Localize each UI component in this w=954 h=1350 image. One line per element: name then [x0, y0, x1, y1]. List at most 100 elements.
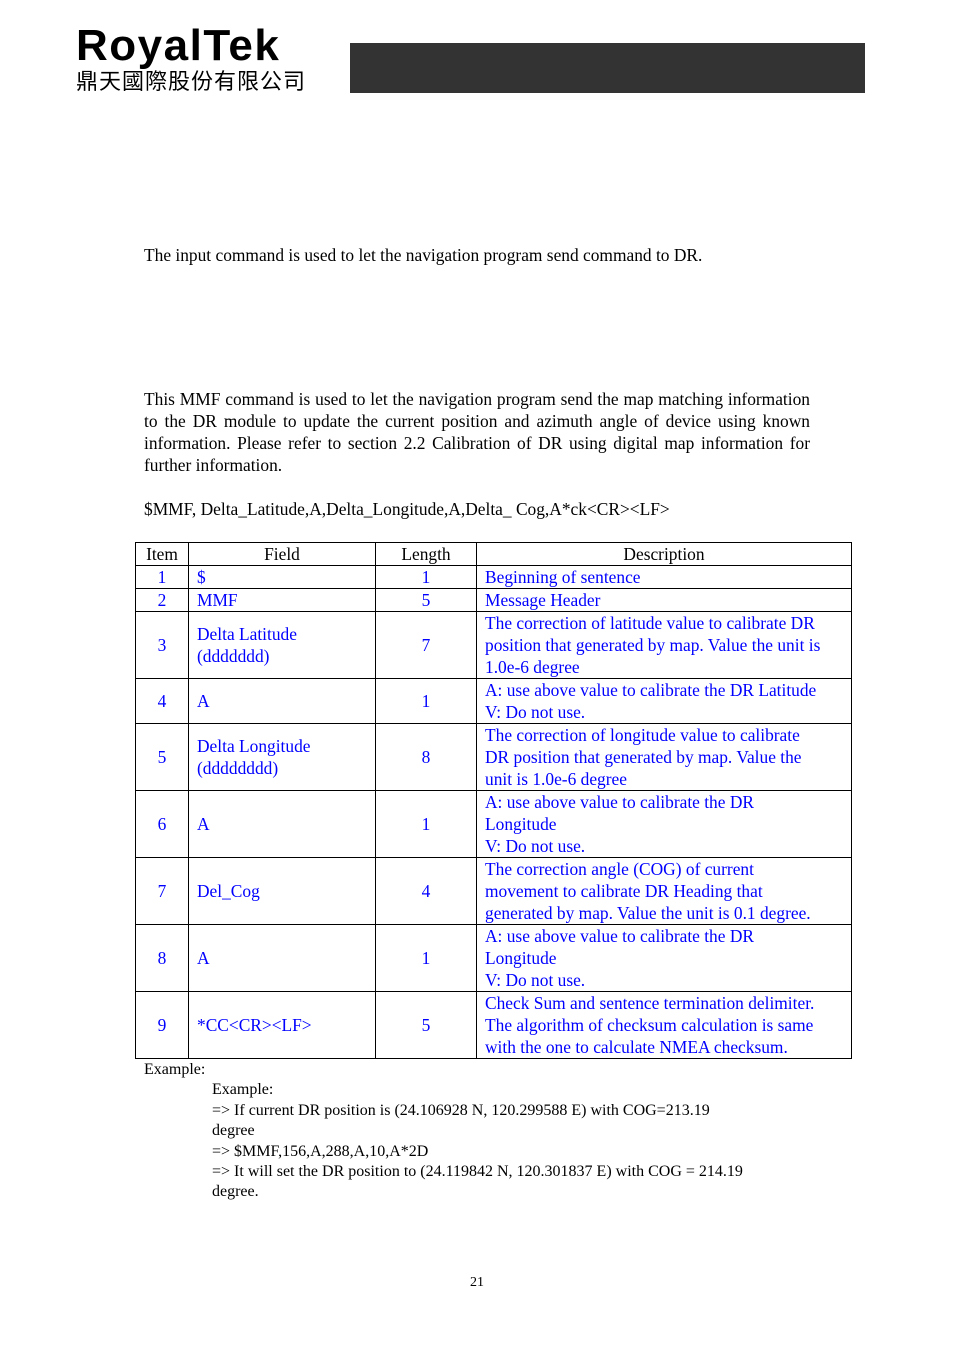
header-length: Length [375, 542, 477, 566]
cell-field-line: A [197, 948, 210, 968]
cell-description-line: position that generated by map. Value th… [485, 635, 821, 655]
table-row: 1 $1 Beginning of sentence [135, 565, 852, 589]
cell-description-line: Beginning of sentence [485, 567, 641, 587]
cell-item: 9 [135, 991, 189, 1059]
cell-length: 1 [375, 790, 477, 858]
cell-description-line: A: use above value to calibrate the DR [485, 792, 754, 812]
cell-item: 3 [135, 611, 189, 679]
example-body: Example: => If current DR position is (2… [212, 1080, 812, 1202]
table-row: 6 A 1 A: use above value to calibrate the D… [135, 790, 852, 858]
cell-item: 8 [135, 924, 189, 992]
table-row: 3 Delta Latitude (ddddddd) 7 The correction … [135, 611, 852, 679]
cell-field: A [188, 924, 376, 992]
cell-description-line: The algorithm of checksum calculation is… [485, 1015, 814, 1035]
header-item: Item [135, 542, 189, 566]
cell-description-line: The correction of longitude value to cal… [485, 725, 800, 745]
cell-description-line: A: use above value to calibrate the DR L… [485, 680, 817, 700]
cell-description-line: movement to calibrate DR Heading that [485, 881, 763, 901]
cell-item: 4 [135, 678, 189, 724]
cell-description: A: use above value to calibrate the DR Lo… [476, 790, 852, 858]
cell-description-line: with the one to calculate NMEA checksum. [485, 1037, 788, 1057]
cell-description: The correction angle (COG) of current mov… [476, 857, 852, 925]
cell-description-line: V: Do not use. [485, 702, 586, 722]
cell-length: 8 [375, 723, 477, 791]
cell-description: Check Sum and sentence termination delim… [476, 991, 852, 1059]
cell-description: A: use above value to calibrate the DR Lo… [476, 924, 852, 992]
cell-item: 7 [135, 857, 189, 925]
cell-length: 7 [375, 611, 477, 679]
table-row: 9 *CC<CR><LF> 5 Check Sum and sentence term… [135, 991, 852, 1059]
cell-description-line: The correction of latitude value to cali… [485, 613, 815, 633]
cell-field-line: A [197, 814, 210, 834]
cell-item: 5 [135, 723, 189, 791]
cell-length: 5 [375, 991, 477, 1059]
cell-description: A: use above value to calibrate the DR L… [476, 678, 852, 724]
cell-description-line: Check Sum and sentence termination delim… [485, 993, 815, 1013]
cell-field-line: A [197, 691, 210, 711]
command-syntax: $MMF, Delta_Latitude,A,Delta_Longitude,A… [144, 499, 670, 519]
cell-field-line: MMF [197, 590, 238, 610]
cell-description-line: Message Header [485, 590, 601, 610]
cell-length: 5 [375, 588, 477, 612]
cell-length: 1 [375, 565, 477, 589]
cell-field: A [188, 790, 376, 858]
cell-description-line: The correction angle (COG) of current [485, 859, 754, 879]
cell-description-line: Longitude [485, 948, 557, 968]
cell-field-line: *CC<CR><LF> [197, 1015, 312, 1035]
cell-field-line: $ [197, 567, 206, 587]
cell-item: 6 [135, 790, 189, 858]
cell-length: 1 [375, 924, 477, 992]
example-line: degree. [212, 1183, 259, 1201]
cell-field: *CC<CR><LF> [188, 991, 376, 1059]
page-number: 21 [470, 1275, 484, 1290]
header-field: Field [188, 542, 376, 566]
cell-field-line: Del_Cog [197, 881, 260, 901]
cell-description-line: Longitude [485, 814, 557, 834]
cell-field: Delta Latitude (ddddddd) [188, 611, 376, 679]
cell-description-line: V: Do not use. [485, 836, 586, 856]
example-section: Example: Example: => If current DR posit… [144, 1060, 812, 1203]
cell-description-line: V: Do not use. [485, 970, 586, 990]
cell-description: The correction of longitude value to cal… [476, 723, 852, 791]
example-line: => It will set the DR position to (24.11… [212, 1163, 743, 1181]
cell-description-line: unit is 1.0e-6 degree [485, 769, 627, 789]
header-bar [350, 43, 865, 93]
table-row: 8 A 1 A: use above value to calibrate the D… [135, 924, 852, 992]
cell-field: MMF [188, 588, 376, 612]
cell-length: 4 [375, 857, 477, 925]
table-row: 7 Del_Cog 4 The correction angle (COG) of c… [135, 857, 852, 925]
cell-item: 2 [135, 588, 189, 612]
example-line: => If current DR position is (24.106928 … [212, 1101, 710, 1119]
logo-chinese: 鼎天國際股份有限公司 [76, 70, 307, 95]
cell-field: A [188, 678, 376, 724]
header-description: Description [476, 542, 852, 566]
logo-english: RoyalTek [76, 21, 281, 70]
field-table: Item Field Length Description 1 $1 Beginni… [135, 542, 852, 1059]
cell-description: Beginning of sentence [476, 565, 852, 589]
example-label: Example: [144, 1061, 206, 1078]
cell-description-line: A: use above value to calibrate the DR [485, 926, 754, 946]
cell-description-line: 1.0e-6 degree [485, 657, 580, 677]
cell-field-line: (ddddddd) [197, 646, 270, 666]
cell-field-line: Delta Latitude [197, 624, 297, 644]
cell-field-line: (dddddddd) [197, 758, 279, 778]
cell-item: 1 [135, 565, 189, 589]
example-line: => $MMF,156,A,288,A,10,A*2D [212, 1142, 429, 1160]
example-line: Example: [212, 1081, 274, 1099]
example-line: degree [212, 1122, 255, 1140]
mmf-description: This MMF command is used to let the navi… [144, 389, 810, 475]
cell-field-line: Delta Longitude [197, 736, 311, 756]
table-row: 5 Delta Longitude (dddddddd) 8 The correctio… [135, 723, 852, 791]
cell-description: The correction of latitude value to cali… [476, 611, 852, 679]
cell-field: $ [188, 565, 376, 589]
cell-field: Delta Longitude (dddddddd) [188, 723, 376, 791]
table-row: 2 MMF 5 Message Header [135, 588, 852, 612]
table-header-row: Item Field Length Description [135, 542, 852, 566]
intro-paragraph: The input command is used to let the nav… [144, 245, 703, 265]
cell-description: Message Header [476, 588, 852, 612]
cell-description-line: generated by map. Value the unit is 0.1 … [485, 903, 811, 923]
table-row: 4 A 1 A: use above value to calibrate the D… [135, 678, 852, 724]
cell-description-line: DR position that generated by map. Value… [485, 747, 802, 767]
company-logo: RoyalTek 鼎天國際股份有限公司 [76, 24, 306, 96]
cell-field: Del_Cog [188, 857, 376, 925]
